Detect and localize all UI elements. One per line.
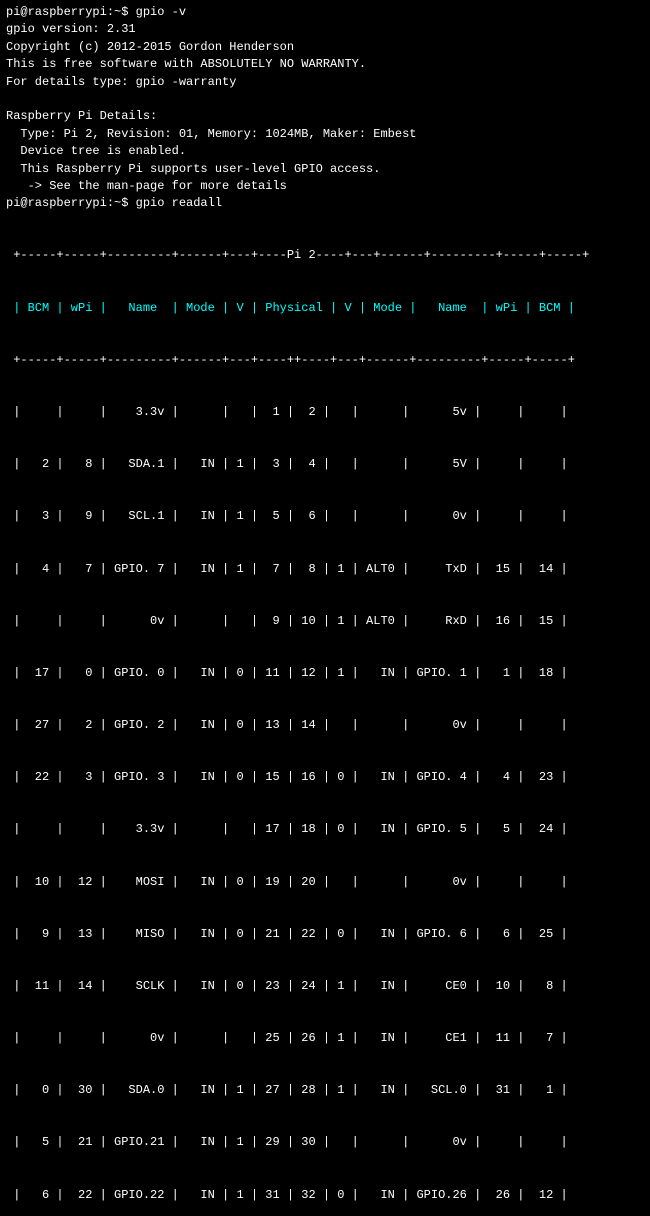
- output-rpi-details: Raspberry Pi Details:: [6, 108, 644, 125]
- output-warranty1: This is free software with ABSOLUTELY NO…: [6, 56, 644, 73]
- table-border-top: +-----+-----+---------+------+---+----Pi…: [6, 247, 644, 264]
- output-manpage: -> See the man-page for more details: [6, 178, 644, 195]
- table-row: | 0 | 30 | SDA.0 | IN | 1 | 27 | 28 | 1 …: [6, 1082, 644, 1099]
- table-row: | | | 0v | | | 9 | 10 | 1 | ALT0 | RxD |…: [6, 613, 644, 630]
- output-warranty2: For details type: gpio -warranty: [6, 74, 644, 91]
- table-row: | 2 | 8 | SDA.1 | IN | 1 | 3 | 4 | | | 5…: [6, 456, 644, 473]
- blank1: [6, 91, 644, 108]
- output-version: gpio version: 2.31: [6, 21, 644, 38]
- table-row: | | | 3.3v | | | 17 | 18 | 0 | IN | GPIO…: [6, 821, 644, 838]
- table-row: | 17 | 0 | GPIO. 0 | IN | 0 | 11 | 12 | …: [6, 665, 644, 682]
- table-row: | | | 3.3v | | | 1 | 2 | | | 5v | | |: [6, 404, 644, 421]
- command-line-1: pi@raspberrypi:~$ gpio -v: [6, 4, 644, 21]
- table-row: | 10 | 12 | MOSI | IN | 0 | 19 | 20 | | …: [6, 874, 644, 891]
- table-row: | | | 0v | | | 25 | 26 | 1 | IN | CE1 | …: [6, 1030, 644, 1047]
- output-gpio-access: This Raspberry Pi supports user-level GP…: [6, 161, 644, 178]
- command-line-2: pi@raspberrypi:~$ gpio readall: [6, 195, 644, 212]
- table-row: | 6 | 22 | GPIO.22 | IN | 1 | 31 | 32 | …: [6, 1187, 644, 1204]
- table-border-mid: +-----+-----+---------+------+---+----++…: [6, 352, 644, 369]
- terminal: pi@raspberrypi:~$ gpio -v gpio version: …: [0, 0, 650, 1216]
- table-row: | 22 | 3 | GPIO. 3 | IN | 0 | 15 | 16 | …: [6, 769, 644, 786]
- table-header: | BCM | wPi | Name | Mode | V | Physical…: [6, 300, 644, 317]
- table-row: | 9 | 13 | MISO | IN | 0 | 21 | 22 | 0 |…: [6, 926, 644, 943]
- table-row: | 5 | 21 | GPIO.21 | IN | 1 | 29 | 30 | …: [6, 1134, 644, 1151]
- table-row: | 27 | 2 | GPIO. 2 | IN | 0 | 13 | 14 | …: [6, 717, 644, 734]
- output-device-tree: Device tree is enabled.: [6, 143, 644, 160]
- table-row: | 11 | 14 | SCLK | IN | 0 | 23 | 24 | 1 …: [6, 978, 644, 995]
- output-copyright: Copyright (c) 2012-2015 Gordon Henderson: [6, 39, 644, 56]
- output-type: Type: Pi 2, Revision: 01, Memory: 1024MB…: [6, 126, 644, 143]
- gpio-table: +-----+-----+---------+------+---+----Pi…: [6, 213, 644, 1216]
- table-row: | 4 | 7 | GPIO. 7 | IN | 1 | 7 | 8 | 1 |…: [6, 561, 644, 578]
- table-row: | 3 | 9 | SCL.1 | IN | 1 | 5 | 6 | | | 0…: [6, 508, 644, 525]
